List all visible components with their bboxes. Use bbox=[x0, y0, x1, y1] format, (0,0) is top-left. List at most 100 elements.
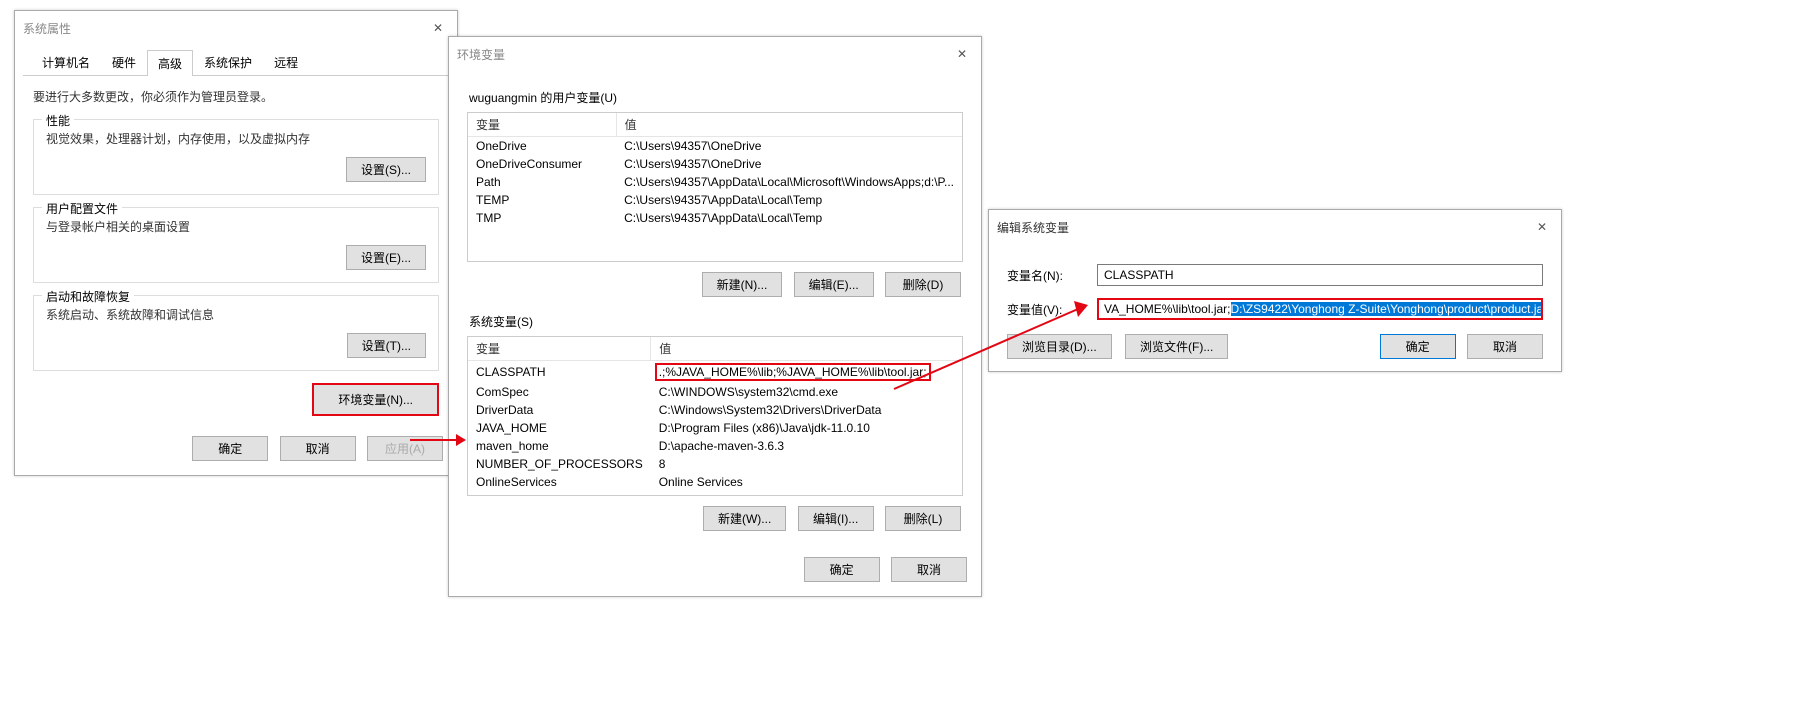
var-name-cell: DriverData bbox=[468, 401, 651, 419]
var-value-cell: D:\Program Files (x86)\Java\jdk-11.0.10 bbox=[651, 419, 962, 437]
user-vars-table-wrap: 变量 值 OneDriveC:\Users\94357\OneDriveOneD… bbox=[467, 112, 963, 262]
perf-settings-button[interactable]: 设置(S)... bbox=[346, 157, 426, 182]
var-name-cell: CLASSPATH bbox=[468, 361, 651, 384]
tab-hardware[interactable]: 硬件 bbox=[101, 49, 147, 75]
var-value-cell: C:\Users\94357\OneDrive bbox=[616, 155, 962, 173]
dialog-footer: 确定 取消 应用(A) bbox=[15, 428, 457, 475]
th-var[interactable]: 变量 bbox=[468, 113, 616, 137]
tab-remote[interactable]: 远程 bbox=[263, 49, 309, 75]
var-name-cell: OnlineServices bbox=[468, 473, 651, 491]
var-name-label: 变量名(N): bbox=[1007, 267, 1097, 284]
delete-user-var-button[interactable]: 删除(D) bbox=[885, 272, 961, 297]
sys-vars-actions: 新建(W)... 编辑(I)... 删除(L) bbox=[467, 496, 963, 537]
table-row[interactable]: OneDriveConsumerC:\Users\94357\OneDrive bbox=[468, 155, 962, 173]
startup-legend: 启动和故障恢复 bbox=[42, 288, 134, 305]
var-name-cell: ComSpec bbox=[468, 383, 651, 401]
table-row[interactable]: NUMBER_OF_PROCESSORS8 bbox=[468, 455, 962, 473]
table-row[interactable]: JAVA_HOMED:\Program Files (x86)\Java\jdk… bbox=[468, 419, 962, 437]
table-row[interactable]: OneDriveC:\Users\94357\OneDrive bbox=[468, 137, 962, 156]
sys-vars-table[interactable]: 变量 值 CLASSPATH.;%JAVA_HOME%\lib;%JAVA_HO… bbox=[468, 337, 962, 491]
ok-button[interactable]: 确定 bbox=[804, 557, 880, 582]
close-icon[interactable]: ✕ bbox=[427, 17, 449, 39]
var-name-cell: TMP bbox=[468, 209, 616, 227]
startup-text: 系统启动、系统故障和调试信息 bbox=[46, 306, 426, 323]
dialog-title: 系统属性 bbox=[23, 20, 71, 37]
th-val[interactable]: 值 bbox=[651, 337, 962, 361]
performance-section: 性能 视觉效果，处理器计划，内存使用，以及虚拟内存 设置(S)... bbox=[33, 119, 439, 195]
table-row[interactable]: TEMPC:\Users\94357\AppData\Local\Temp bbox=[468, 191, 962, 209]
user-vars-table[interactable]: 变量 值 OneDriveC:\Users\94357\OneDriveOneD… bbox=[468, 113, 962, 227]
browse-dir-button[interactable]: 浏览目录(D)... bbox=[1007, 334, 1112, 359]
var-value-cell: C:\Users\94357\AppData\Local\Temp bbox=[616, 191, 962, 209]
ok-button[interactable]: 确定 bbox=[1380, 334, 1456, 359]
tab-system-protection[interactable]: 系统保护 bbox=[193, 49, 263, 75]
var-name-cell: OneDrive bbox=[468, 137, 616, 156]
tab-content: 要进行大多数更改，你必须作为管理员登录。 性能 视觉效果，处理器计划，内存使用，… bbox=[15, 76, 457, 428]
var-value-cell: D:\apache-maven-3.6.3 bbox=[651, 437, 962, 455]
var-value-cell: C:\Windows\System32\Drivers\DriverData bbox=[651, 401, 962, 419]
var-name-cell: Path bbox=[468, 173, 616, 191]
perf-legend: 性能 bbox=[42, 112, 74, 129]
close-icon[interactable]: ✕ bbox=[1531, 216, 1553, 238]
var-name-cell: TEMP bbox=[468, 191, 616, 209]
user-vars-label: wuguangmin 的用户变量(U) bbox=[469, 89, 963, 106]
browse-file-button[interactable]: 浏览文件(F)... bbox=[1125, 334, 1228, 359]
titlebar: 编辑系统变量 ✕ bbox=[989, 210, 1561, 244]
env-vars-dialog: 环境变量 ✕ wuguangmin 的用户变量(U) 变量 值 OneDrive… bbox=[448, 36, 982, 597]
admin-note: 要进行大多数更改，你必须作为管理员登录。 bbox=[33, 88, 439, 105]
table-row[interactable]: DriverDataC:\Windows\System32\Drivers\Dr… bbox=[468, 401, 962, 419]
startup-recovery-section: 启动和故障恢复 系统启动、系统故障和调试信息 设置(T)... bbox=[33, 295, 439, 371]
var-name-cell: JAVA_HOME bbox=[468, 419, 651, 437]
table-row[interactable]: maven_homeD:\apache-maven-3.6.3 bbox=[468, 437, 962, 455]
var-value-cell: .;%JAVA_HOME%\lib;%JAVA_HOME%\lib\tool.j… bbox=[651, 361, 962, 384]
new-user-var-button[interactable]: 新建(N)... bbox=[702, 272, 783, 297]
edit-user-var-button[interactable]: 编辑(E)... bbox=[794, 272, 874, 297]
th-val[interactable]: 值 bbox=[616, 113, 962, 137]
close-icon[interactable]: ✕ bbox=[951, 43, 973, 65]
edit-sys-var-button[interactable]: 编辑(I)... bbox=[798, 506, 874, 531]
var-value-cell: Online Services bbox=[651, 473, 962, 491]
user-legend: 用户配置文件 bbox=[42, 200, 122, 217]
ok-button[interactable]: 确定 bbox=[192, 436, 268, 461]
table-row[interactable]: CLASSPATH.;%JAVA_HOME%\lib;%JAVA_HOME%\l… bbox=[468, 361, 962, 384]
user-text: 与登录帐户相关的桌面设置 bbox=[46, 218, 426, 235]
var-name-cell: OneDriveConsumer bbox=[468, 155, 616, 173]
var-value-cell: 8 bbox=[651, 455, 962, 473]
var-value-row: 变量值(V): VA_HOME%\lib\tool.jar;D:\ZS9422\… bbox=[1007, 298, 1543, 320]
dialog-footer: 确定 取消 bbox=[449, 549, 981, 596]
edit-sys-var-dialog: 编辑系统变量 ✕ 变量名(N): 变量值(V): VA_HOME%\lib\to… bbox=[988, 209, 1562, 372]
tab-advanced[interactable]: 高级 bbox=[147, 50, 193, 76]
table-row[interactable]: PathC:\Users\94357\AppData\Local\Microso… bbox=[468, 173, 962, 191]
new-sys-var-button[interactable]: 新建(W)... bbox=[703, 506, 786, 531]
delete-sys-var-button[interactable]: 删除(L) bbox=[885, 506, 961, 531]
var-value-cell: C:\Users\94357\AppData\Local\Temp bbox=[616, 209, 962, 227]
tabs: 计算机名 硬件 高级 系统保护 远程 bbox=[23, 49, 449, 76]
var-name-input[interactable] bbox=[1097, 264, 1543, 286]
var-value-input[interactable]: VA_HOME%\lib\tool.jar;D:\ZS9422\Yonghong… bbox=[1097, 298, 1543, 320]
table-row[interactable]: OnlineServicesOnline Services bbox=[468, 473, 962, 491]
apply-button[interactable]: 应用(A) bbox=[367, 436, 443, 461]
user-settings-button[interactable]: 设置(E)... bbox=[346, 245, 426, 270]
var-value-cell: C:\Users\94357\OneDrive bbox=[616, 137, 962, 156]
titlebar: 系统属性 ✕ bbox=[15, 11, 457, 45]
value-prefix: VA_HOME%\lib\tool.jar; bbox=[1104, 302, 1231, 316]
var-value-cell: C:\Users\94357\AppData\Local\Microsoft\W… bbox=[616, 173, 962, 191]
table-row[interactable]: TMPC:\Users\94357\AppData\Local\Temp bbox=[468, 209, 962, 227]
sys-vars-label: 系统变量(S) bbox=[469, 313, 963, 330]
cancel-button[interactable]: 取消 bbox=[1467, 334, 1543, 359]
edit-actions: 浏览目录(D)... 浏览文件(F)... 确定 取消 bbox=[1007, 334, 1543, 359]
cancel-button[interactable]: 取消 bbox=[280, 436, 356, 461]
env-vars-button[interactable]: 环境变量(N)... bbox=[312, 383, 439, 416]
th-var[interactable]: 变量 bbox=[468, 337, 651, 361]
startup-settings-button[interactable]: 设置(T)... bbox=[347, 333, 426, 358]
user-profiles-section: 用户配置文件 与登录帐户相关的桌面设置 设置(E)... bbox=[33, 207, 439, 283]
table-row[interactable]: ComSpecC:\WINDOWS\system32\cmd.exe bbox=[468, 383, 962, 401]
edit-content: 变量名(N): 变量值(V): VA_HOME%\lib\tool.jar;D:… bbox=[989, 244, 1561, 371]
var-name-cell: maven_home bbox=[468, 437, 651, 455]
var-value-label: 变量值(V): bbox=[1007, 301, 1097, 318]
user-vars-actions: 新建(N)... 编辑(E)... 删除(D) bbox=[467, 262, 963, 303]
dialog-title: 环境变量 bbox=[457, 46, 505, 63]
cancel-button[interactable]: 取消 bbox=[891, 557, 967, 582]
tab-computer-name[interactable]: 计算机名 bbox=[31, 49, 101, 75]
titlebar: 环境变量 ✕ bbox=[449, 37, 981, 71]
